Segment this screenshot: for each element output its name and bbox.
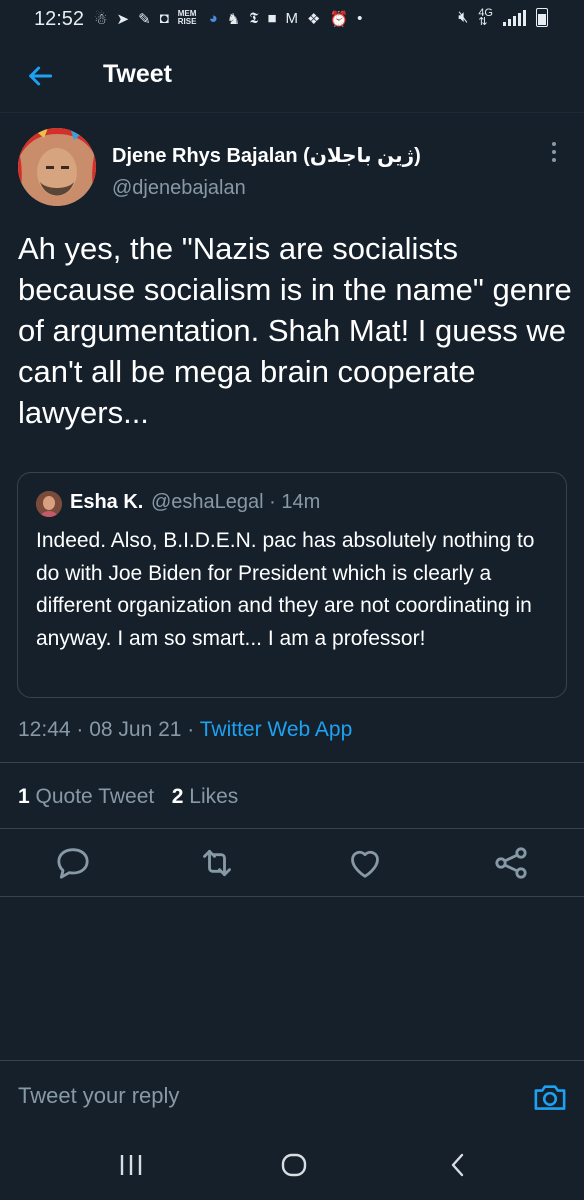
like-heart-icon[interactable] — [345, 843, 385, 883]
gift-icon: ❖ — [307, 11, 321, 28]
signal-icon — [503, 9, 526, 26]
bag-icon: ◘ — [159, 10, 169, 27]
quote-tweet-count: 1 — [18, 785, 30, 808]
quoted-author-name: Esha K. — [70, 491, 144, 513]
divider — [0, 896, 584, 897]
telegram-icon: ➤ — [116, 11, 130, 28]
more-options-icon[interactable] — [552, 142, 560, 166]
quoted-tweet-text: Indeed. Also, B.I.D.E.N. pac has absolut… — [36, 529, 535, 650]
dot-icon: • — [357, 10, 363, 27]
likes-count: 2 — [171, 785, 184, 808]
retweet-icon[interactable] — [197, 843, 237, 883]
system-nav-bar — [0, 1130, 584, 1200]
network-4g-icon: 4G ⇅ — [478, 6, 493, 28]
quote-tweets-stat[interactable]: 1 Quote Tweet — [18, 785, 154, 808]
reply-bar — [0, 1060, 584, 1131]
camera-icon[interactable] — [532, 1081, 568, 1113]
quoted-author-meta: @eshaLegal · 14m — [151, 491, 321, 513]
status-bar: 12:52 ☃ ➤ ✎ ◘ MEM RISE ◕ ♞ 𝕿 ■ M ❖ ⏰ • 🔇… — [0, 0, 584, 38]
author-name[interactable]: Djene Rhys Bajalan (ژین باجلان) — [112, 143, 421, 168]
back-arrow-icon[interactable] — [24, 60, 56, 92]
mute-icon: 🔇︎ — [458, 8, 469, 26]
brush-icon: ✎ — [138, 11, 151, 28]
tweet-timestamp: 12:44 · 08 Jun 21 · Twitter Web App — [18, 718, 352, 742]
system-icons: 🔇︎ 4G ⇅ — [458, 6, 548, 28]
app-header: Tweet — [0, 38, 584, 113]
reply-input[interactable] — [18, 1083, 498, 1109]
tweet-actions — [0, 843, 584, 883]
status-time: 12:52 — [34, 7, 85, 30]
share-icon[interactable] — [491, 843, 531, 883]
likes-label: Likes — [189, 785, 239, 808]
tweet-text: Ah yes, the "Nazis are socialists becaus… — [18, 231, 572, 430]
divider — [0, 762, 584, 763]
nytimes-icon: 𝕿 — [249, 10, 259, 27]
edge-icon: ◕ — [208, 10, 218, 27]
source-app-link[interactable]: Twitter Web App — [200, 718, 353, 741]
recent-apps-icon[interactable] — [118, 1150, 144, 1180]
back-nav-icon[interactable] — [446, 1150, 470, 1180]
page-title: Tweet — [103, 60, 172, 88]
quote-tweet-label: Quote Tweet — [35, 785, 155, 808]
gmail-icon: M — [285, 10, 299, 27]
quoted-tweet[interactable]: Esha K. @eshaLegal · 14m Indeed. Also, B… — [17, 472, 567, 698]
deer-icon: ♞ — [226, 11, 241, 28]
video-icon: ■ — [267, 10, 277, 27]
battery-icon — [536, 8, 548, 27]
avatar[interactable] — [18, 128, 96, 206]
author-handle[interactable]: @djenebajalan — [112, 177, 246, 200]
app-icon: ☃ — [94, 11, 108, 28]
divider — [0, 828, 584, 829]
alarm-icon: ⏰ — [329, 11, 349, 28]
reply-icon[interactable] — [53, 843, 93, 883]
tweet-stats: 1 Quote Tweet 2 Likes — [18, 785, 238, 809]
notification-icons: ☃ ➤ ✎ ◘ MEM RISE ◕ ♞ 𝕿 ■ M ❖ ⏰ • — [94, 9, 363, 29]
timestamp-text: 12:44 · 08 Jun 21 · — [18, 718, 200, 741]
quoted-avatar — [36, 491, 62, 517]
likes-stat[interactable]: 2 Likes — [172, 785, 239, 808]
home-icon[interactable] — [280, 1150, 308, 1180]
memrise-icon: MEM RISE — [177, 9, 197, 26]
